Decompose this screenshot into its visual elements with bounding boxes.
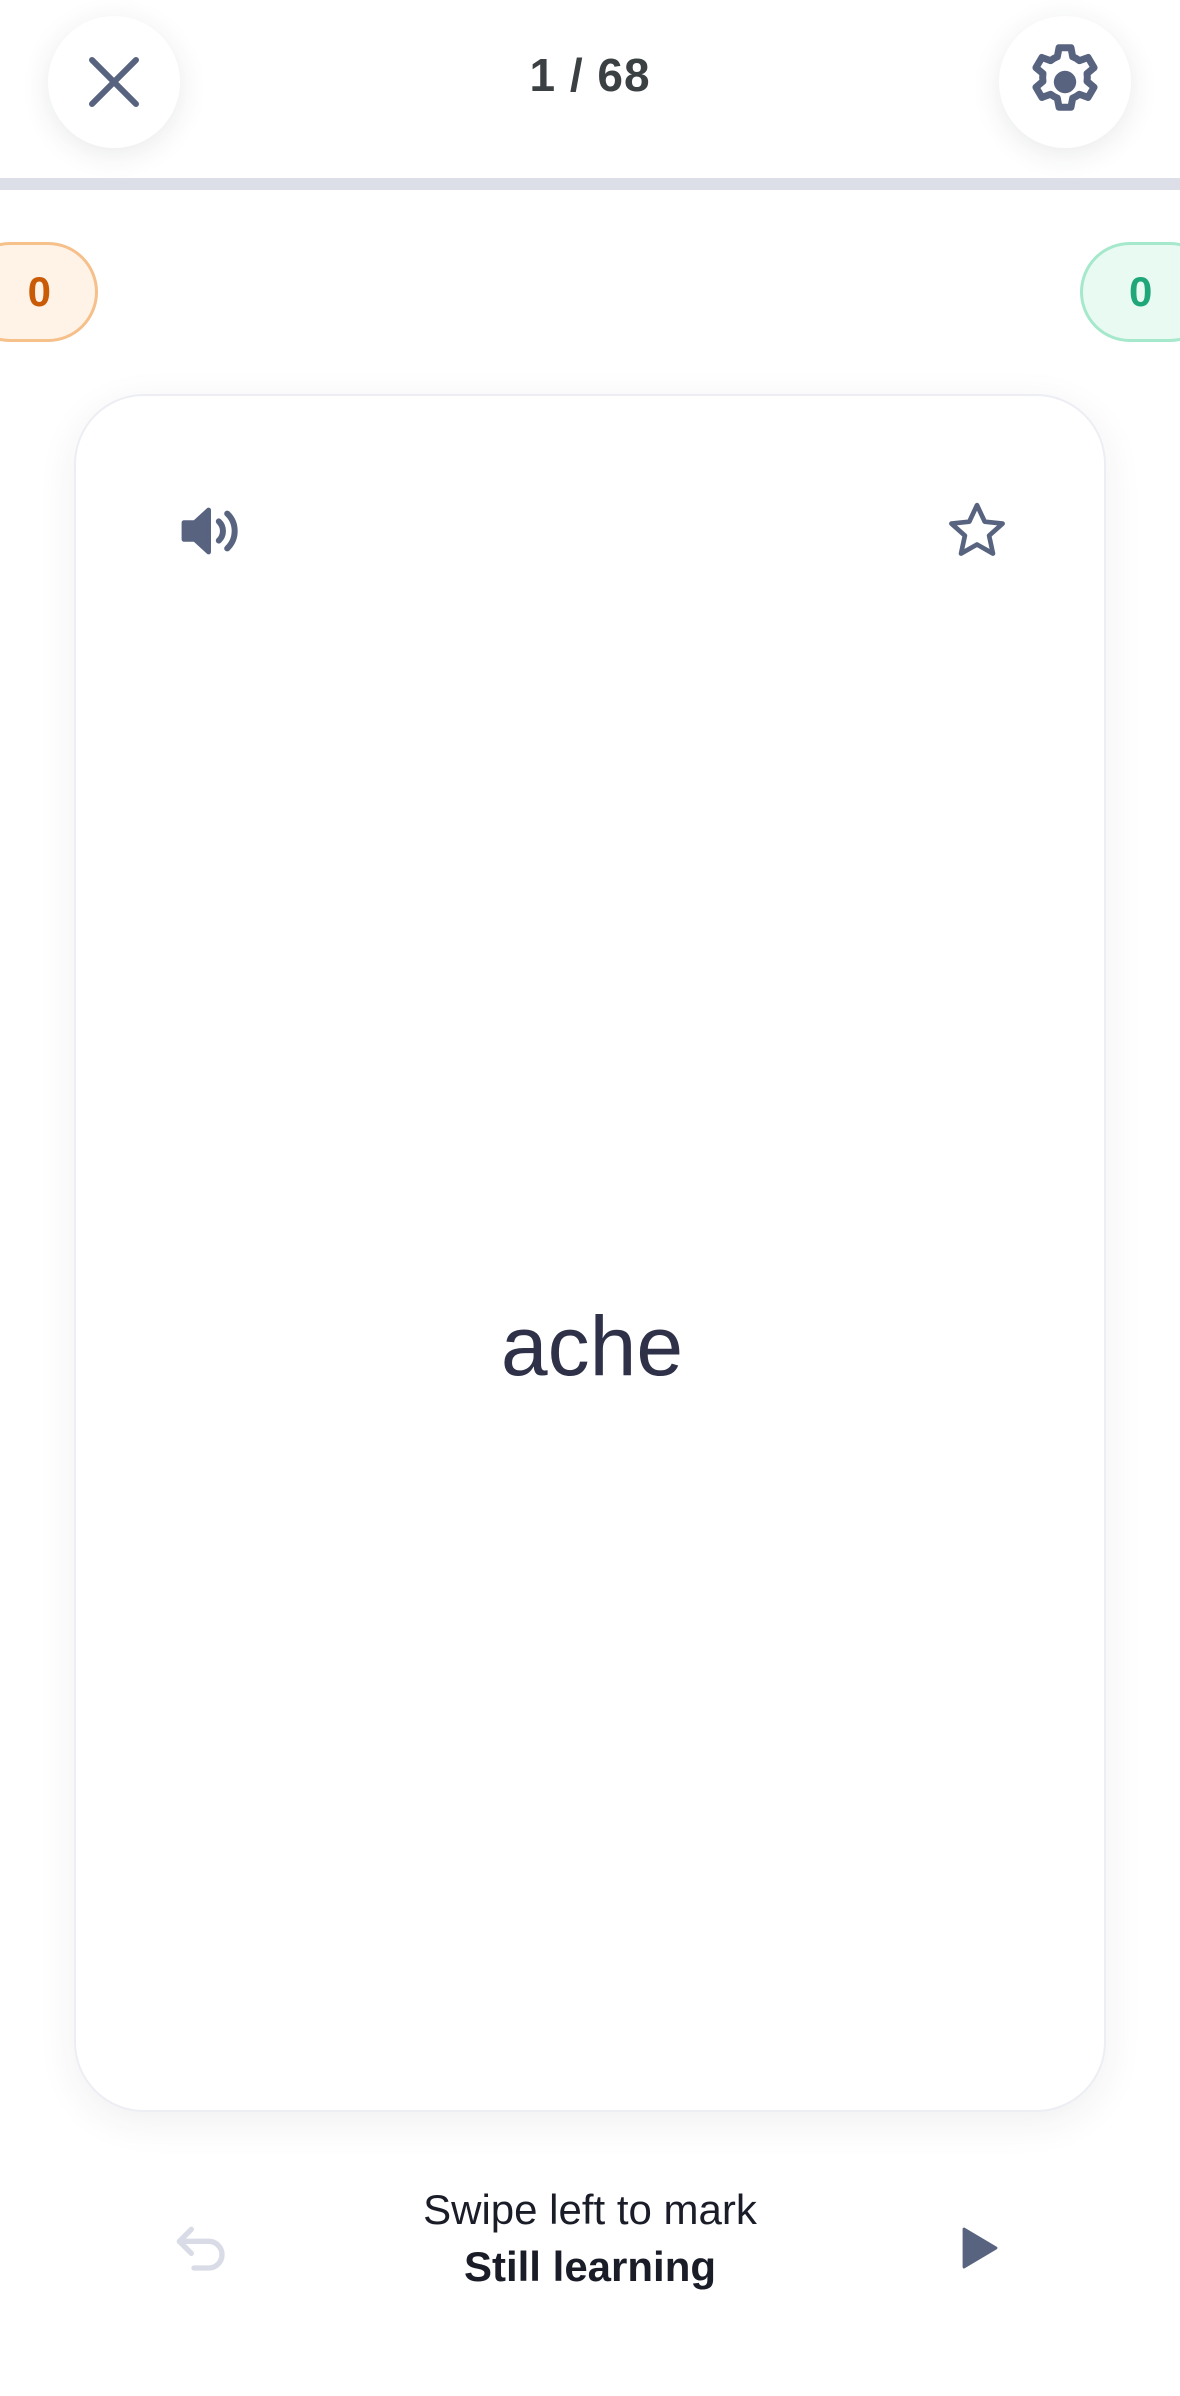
top-bar: 1 / 68 — [0, 0, 1180, 190]
play-icon — [962, 2227, 998, 2269]
progress-bar — [0, 178, 1180, 190]
know-count: 0 — [1080, 242, 1180, 342]
settings-button[interactable] — [999, 16, 1131, 148]
bottom-controls: Swipe left to mark Still learning — [0, 2160, 1180, 2320]
gear-icon — [1032, 44, 1098, 111]
card-counter: 1 / 68 — [529, 49, 651, 101]
close-button[interactable] — [48, 16, 180, 148]
close-icon — [89, 57, 139, 107]
flashcard[interactable]: ache — [74, 394, 1106, 2112]
still-learning-count-value: 0 — [27, 268, 51, 315]
star-button[interactable] — [932, 486, 1022, 576]
know-count-value: 0 — [1129, 268, 1153, 315]
swipe-hint: Swipe left to mark Still learning — [340, 2182, 840, 2296]
audio-button[interactable] — [166, 486, 256, 576]
flashcards-page: 1 / 68 0 0 ache Swipe left to mark Still… — [0, 0, 1180, 2396]
play-button[interactable] — [940, 2210, 1016, 2286]
swipe-hint-line1: Swipe left to mark — [423, 2186, 757, 2233]
card-term: ache — [500, 1299, 684, 1393]
undo-button[interactable] — [164, 2210, 240, 2286]
speaker-icon — [181, 507, 238, 555]
swipe-hint-line2: Still learning — [463, 2243, 717, 2290]
still-learning-count: 0 — [0, 242, 98, 342]
star-icon — [949, 502, 1005, 556]
undo-icon — [176, 2226, 225, 2271]
